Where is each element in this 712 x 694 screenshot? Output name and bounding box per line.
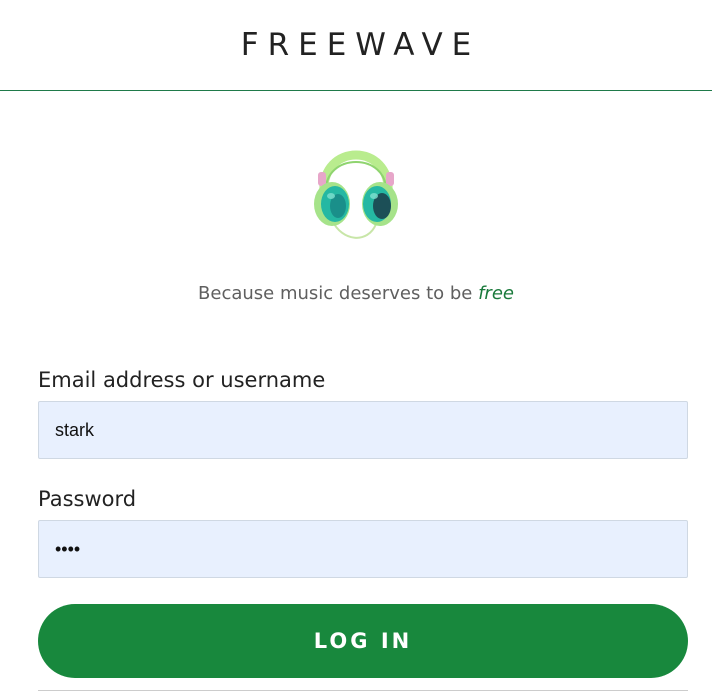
password-label: Password [38,487,137,511]
brand-wordmark: FREEWAVE [240,27,481,63]
headphones-icon [314,150,398,239]
logo-container [0,132,712,244]
app-header: FREEWAVE [0,0,712,91]
login-form: Email address or username Password LOG I… [38,366,688,678]
tagline-text: Because music deserves to be [198,283,479,304]
password-field[interactable] [38,520,688,578]
tagline-emphasis: free [478,283,514,304]
login-page: FREEWAVE Because music deserves to be fr… [0,0,712,694]
divider [38,690,688,691]
login-button[interactable]: LOG IN [38,604,688,678]
email-label: Email address or username [38,368,326,392]
email-field[interactable] [38,401,688,459]
tagline: Because music deserves to be free [0,283,712,304]
